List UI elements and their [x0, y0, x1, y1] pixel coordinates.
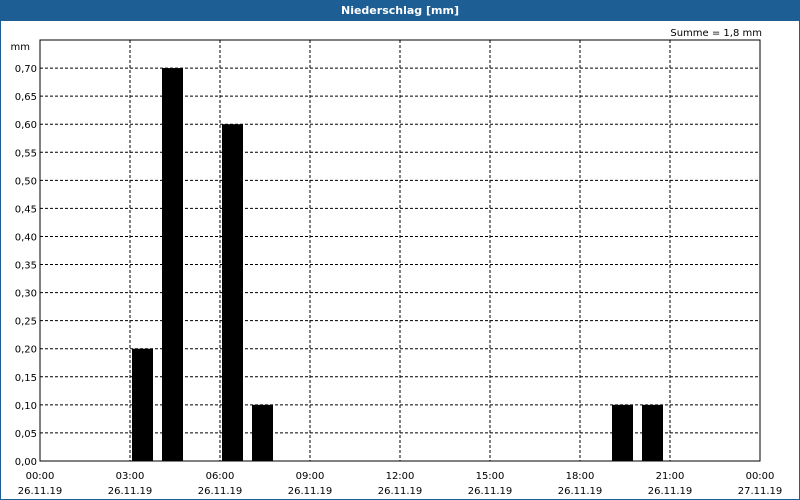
y-tick-labels: 0,00 0,05 0,10 0,15 0,20 0,25 0,30 0,35 0,40 0,45…	[15, 64, 37, 468]
y-tick-label: 0,45	[15, 204, 37, 215]
precipitation-bar	[222, 124, 243, 461]
y-tick-label: 0,35	[15, 261, 37, 272]
x-tick-date-label: 26.11.19	[558, 486, 603, 497]
y-axis-unit: mm	[11, 42, 30, 53]
y-tick-label: 0,60	[15, 120, 37, 131]
y-tick-label: 0,05	[15, 429, 37, 440]
x-tick-time-label: 12:00	[386, 471, 415, 482]
summary-label: Summe = 1,8 mm	[670, 28, 762, 39]
x-tick-date-label: 26.11.19	[468, 486, 513, 497]
y-tick-label: 0,25	[15, 317, 37, 328]
precipitation-bar	[132, 348, 153, 461]
x-tick-date-label: 26.11.19	[18, 486, 63, 497]
x-tick-date-label: 26.11.19	[378, 486, 423, 497]
x-tick-time-label: 09:00	[296, 471, 325, 482]
y-tick-label: 0,40	[15, 232, 37, 243]
x-tick-time-label: 03:00	[116, 471, 145, 482]
x-tick-time-label: 00:00	[26, 471, 55, 482]
x-tick-time-label: 06:00	[206, 471, 235, 482]
y-tick-label: 0,70	[15, 64, 37, 75]
y-tick-label: 0,10	[15, 401, 37, 412]
precipitation-bar	[252, 404, 273, 461]
x-tick-date-label: 26.11.19	[108, 486, 153, 497]
x-tick-date-label: 27.11.19	[738, 486, 783, 497]
x-tick-date-label: 26.11.19	[648, 486, 693, 497]
y-tick-label: 0,00	[15, 457, 37, 468]
x-tick-labels: 00:00 26.11.19 03:00 26.11.19 06:00 26.11.19 0…	[18, 471, 783, 497]
x-tick-time-label: 00:00	[746, 471, 775, 482]
y-tick-label: 0,65	[15, 92, 37, 103]
y-tick-label: 0,20	[15, 345, 37, 356]
y-tick-label: 0,50	[15, 176, 37, 187]
x-tick-date-label: 26.11.19	[288, 486, 333, 497]
precipitation-chart: Summe = 1,8 mm mm 0,000,050,100,150,200,…	[11, 28, 783, 497]
x-tick-time-label: 18:00	[566, 471, 595, 482]
y-tick-label: 0,55	[15, 148, 37, 159]
precipitation-bar	[612, 404, 633, 461]
y-tick-label: 0,30	[15, 289, 37, 300]
x-tick-date-label: 26.11.19	[198, 486, 243, 497]
x-tick-time-label: 21:00	[656, 471, 685, 482]
precipitation-bar	[162, 68, 183, 462]
precipitation-bar	[642, 404, 663, 461]
y-tick-label: 0,15	[15, 373, 37, 384]
x-tick-time-label: 15:00	[476, 471, 505, 482]
